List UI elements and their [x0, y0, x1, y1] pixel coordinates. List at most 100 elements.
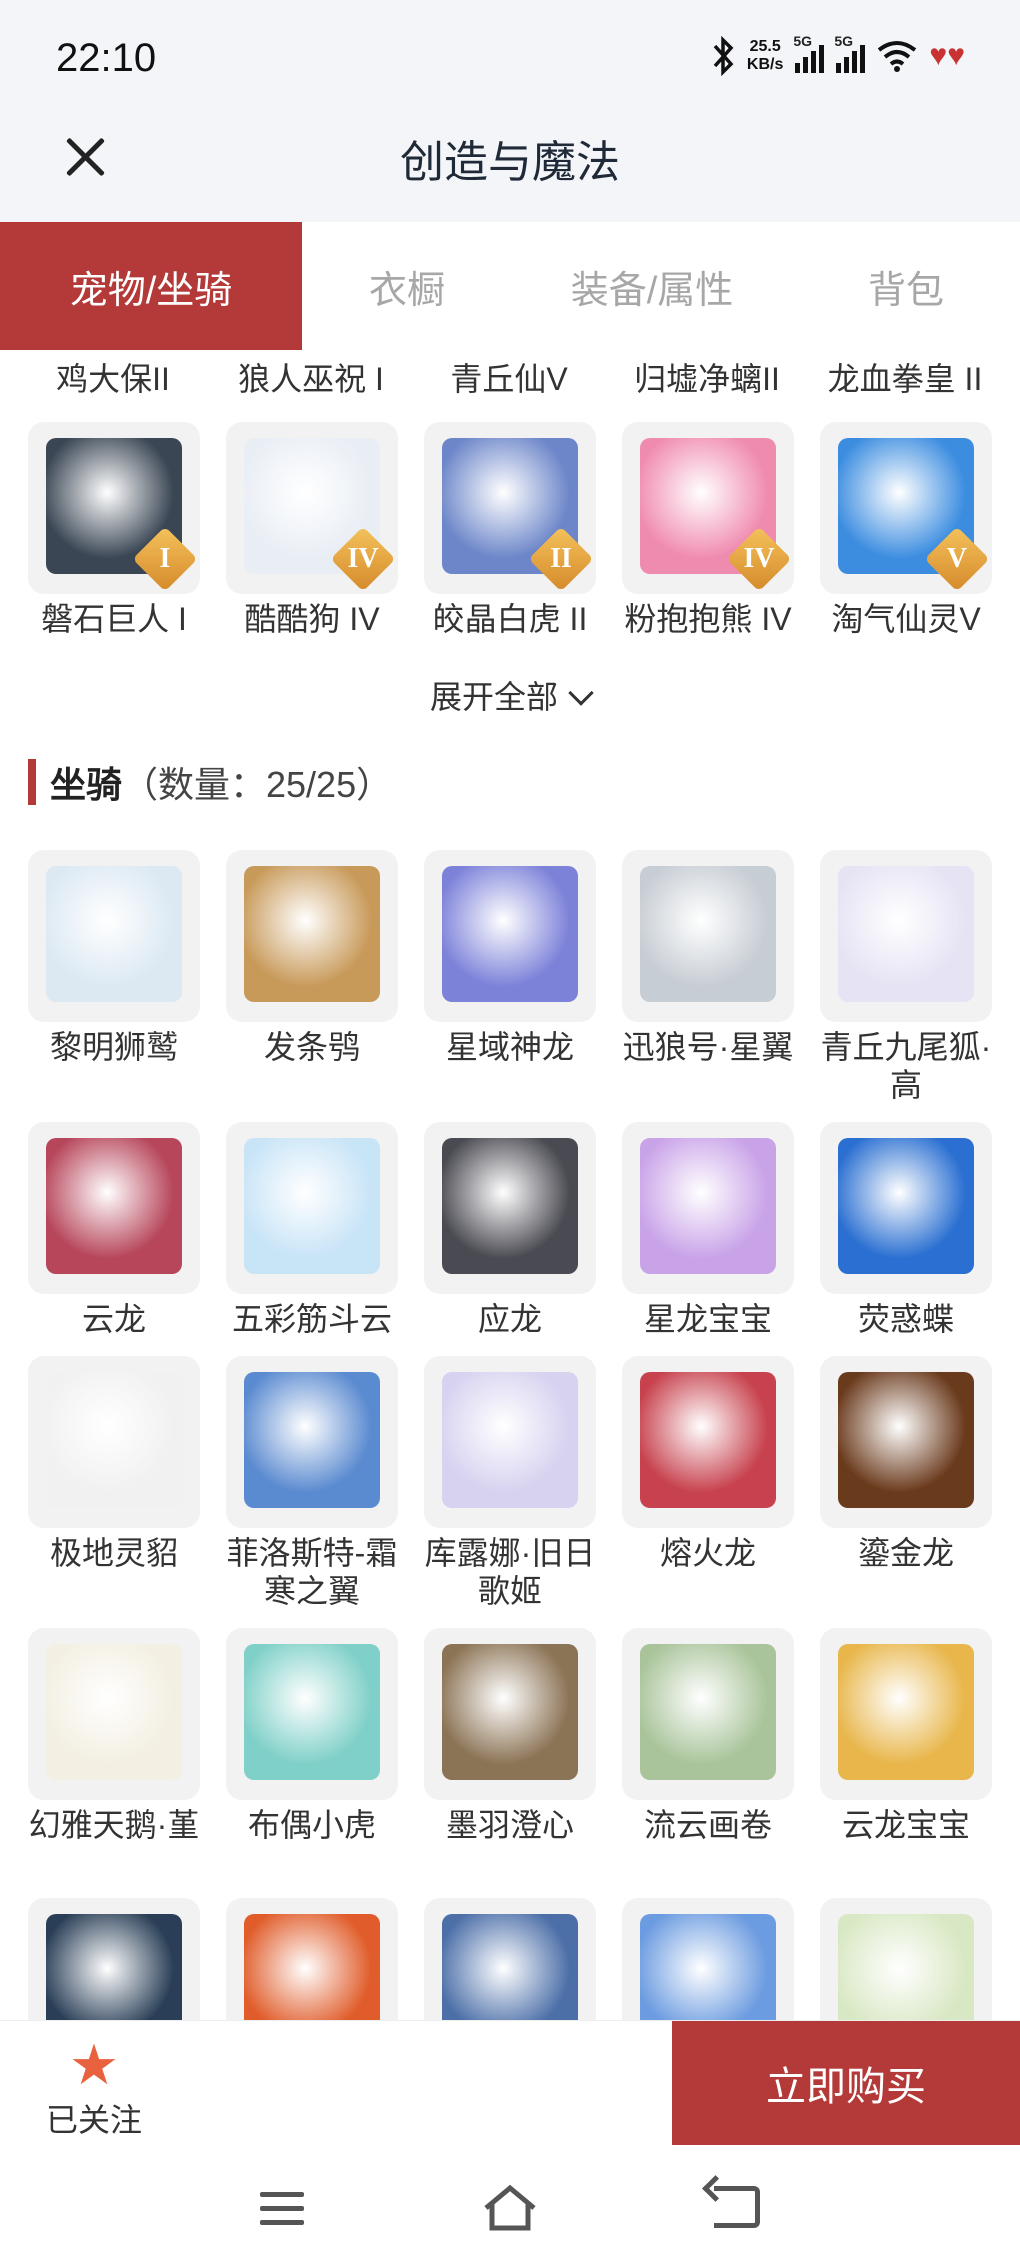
home-icon[interactable]	[482, 2182, 538, 2232]
tab-wardrobe[interactable]: 衣橱	[302, 222, 512, 350]
mount-item[interactable]: 熔火龙	[622, 1356, 794, 1572]
pet-item[interactable]: II 皎晶白虎 II	[424, 422, 596, 638]
item-thumbnail: I	[28, 422, 200, 594]
app-header: 创造与魔法	[0, 120, 1020, 222]
mount-item[interactable]: 荧惑蝶	[820, 1122, 992, 1338]
content-scroll-area[interactable]: 鸡大保II 狼人巫祝 I 青丘仙V 归墟净螭II 龙血拳皇 II I 磐石巨人 I…	[0, 350, 1020, 2020]
rank-badge: V	[924, 526, 990, 592]
bluetooth-icon	[713, 36, 734, 76]
mount-item[interactable]: 星龙宝宝	[622, 1122, 794, 1338]
mount-item[interactable]: 云龙宝宝	[820, 1628, 992, 1844]
mount-item[interactable]: 鎏金龙	[820, 1356, 992, 1572]
item-thumbnail: IV	[226, 422, 398, 594]
item-name: 粉抱抱熊 IV	[624, 601, 792, 637]
pet-item[interactable]: I 磐石巨人 I	[28, 422, 200, 638]
item-thumbnail	[820, 850, 992, 1022]
item-thumbnail	[820, 1628, 992, 1800]
rank-badge: I	[132, 526, 198, 592]
rank-badge: IV	[726, 526, 792, 592]
item-artwork	[46, 866, 182, 1002]
mount-item[interactable]	[622, 1898, 794, 2020]
item-artwork	[442, 1138, 578, 1274]
mount-item[interactable]: 星域神龙	[424, 850, 596, 1066]
section-marker	[28, 759, 36, 805]
item-thumbnail	[622, 1628, 794, 1800]
item-name: 迅狼号·星翼	[622, 1029, 794, 1065]
item-artwork	[442, 866, 578, 1002]
buy-now-button[interactable]: 立即购买	[672, 2021, 1020, 2145]
mount-item[interactable]: 黎明狮鹫	[28, 850, 200, 1066]
pet-item[interactable]: IV 酷酷狗 IV	[226, 422, 398, 638]
menu-icon[interactable]	[260, 2192, 304, 2226]
mount-item[interactable]: 极地灵貂	[28, 1356, 200, 1572]
item-thumbnail: II	[424, 422, 596, 594]
mount-item[interactable]: 库露娜·旧日歌姬	[424, 1356, 596, 1610]
section-count: （数量：25/25）	[122, 764, 393, 805]
tab-equipment[interactable]: 装备/属性	[512, 222, 792, 350]
item-artwork	[838, 1372, 974, 1508]
mount-item[interactable]: 布偶小虎	[226, 1628, 398, 1844]
wifi-icon	[878, 41, 917, 72]
back-icon[interactable]	[714, 2186, 760, 2228]
mount-item[interactable]	[226, 1898, 398, 2020]
item-artwork	[640, 866, 776, 1002]
item-thumbnail	[622, 1898, 794, 2020]
pet-name: 鸡大保II	[56, 361, 170, 397]
item-artwork	[838, 866, 974, 1002]
item-artwork	[244, 1372, 380, 1508]
item-name: 鎏金龙	[857, 1535, 954, 1571]
item-thumbnail	[820, 1122, 992, 1294]
item-thumbnail	[424, 1898, 596, 2020]
item-artwork	[46, 1644, 182, 1780]
item-thumbnail	[424, 1356, 596, 1528]
mount-item[interactable]: 迅狼号·星翼	[622, 850, 794, 1066]
item-name: 星域神龙	[445, 1029, 574, 1065]
mount-item[interactable]: 幻雅天鹅·堇	[28, 1628, 200, 1844]
item-name: 荧惑蝶	[857, 1301, 954, 1337]
mount-item[interactable]	[820, 1898, 992, 2020]
system-nav-bar	[0, 2152, 1020, 2267]
mount-item[interactable]: 五彩筋斗云	[226, 1122, 398, 1338]
item-name: 库露娜·旧日歌姬	[424, 1535, 596, 1609]
item-artwork	[838, 1644, 974, 1780]
item-name: 皎晶白虎 II	[432, 601, 588, 637]
item-name: 幻雅天鹅·堇	[28, 1807, 200, 1843]
item-thumbnail	[226, 1356, 398, 1528]
pet-item[interactable]: IV 粉抱抱熊 IV	[622, 422, 794, 638]
follow-button[interactable]: ★ 已关注	[44, 2035, 144, 2141]
item-thumbnail	[424, 1122, 596, 1294]
item-artwork	[442, 1914, 578, 2020]
item-name: 极地灵貂	[49, 1535, 178, 1571]
pet-item[interactable]: V 淘气仙灵V	[820, 422, 992, 638]
item-thumbnail	[226, 1898, 398, 2020]
item-thumbnail: V	[820, 422, 992, 594]
mount-item[interactable]: 菲洛斯特-霜寒之翼	[226, 1356, 398, 1610]
mount-item[interactable]: 云龙	[28, 1122, 200, 1338]
item-thumbnail	[820, 1898, 992, 2020]
tab-pets-mounts[interactable]: 宠物/坐骑	[0, 222, 302, 350]
mount-item[interactable]: 发条鸮	[226, 850, 398, 1066]
item-name: 墨羽澄心	[445, 1807, 574, 1843]
item-thumbnail	[28, 1628, 200, 1800]
item-name: 星龙宝宝	[643, 1301, 772, 1337]
mount-item[interactable]: 青丘九尾狐·高	[820, 850, 992, 1104]
pet-names-partial-row: 鸡大保II 狼人巫祝 I 青丘仙V 归墟净螭II 龙血拳皇 II	[0, 350, 1020, 400]
item-name: 应龙	[477, 1301, 542, 1337]
tab-backpack[interactable]: 背包	[792, 222, 1020, 350]
signal-icon: 5G	[793, 33, 825, 73]
mount-item[interactable]	[28, 1898, 200, 2020]
mount-item[interactable]: 墨羽澄心	[424, 1628, 596, 1844]
item-artwork	[46, 1914, 182, 2020]
expand-all-button[interactable]: 展开全部	[0, 672, 1020, 718]
item-name: 淘气仙灵V	[831, 601, 981, 637]
item-name: 黎明狮鹫	[49, 1029, 178, 1065]
section-title: 坐骑	[50, 764, 123, 805]
item-artwork	[838, 1914, 974, 2020]
mount-item[interactable]	[424, 1898, 596, 2020]
mount-item[interactable]: 流云画卷	[622, 1628, 794, 1844]
mount-item[interactable]: 应龙	[424, 1122, 596, 1338]
tab-bar: 宠物/坐骑 衣橱 装备/属性 背包	[0, 222, 1020, 350]
mounts-section-header: 坐骑 （数量：25/25）	[28, 756, 392, 808]
item-name: 云龙	[81, 1301, 146, 1337]
item-artwork	[442, 1372, 578, 1508]
